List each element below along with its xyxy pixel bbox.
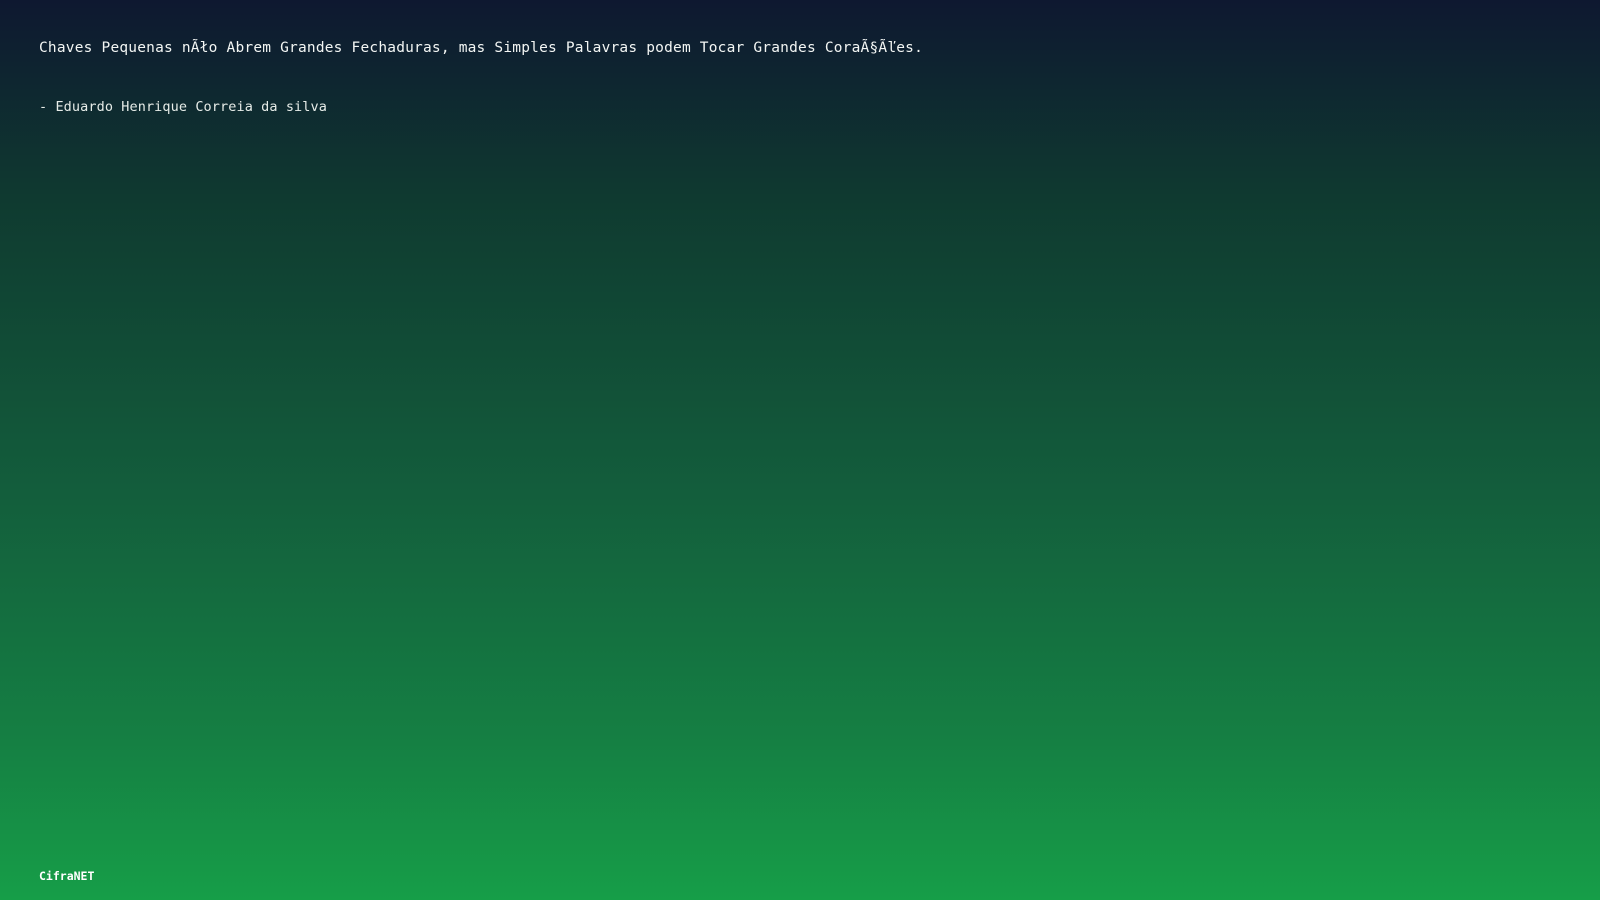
quote-author: - Eduardo Henrique Correia da silva [39, 99, 327, 115]
quote-screen: Chaves Pequenas nÃło Abrem Grandes Fecha… [0, 0, 1600, 900]
quote-text: Chaves Pequenas nÃło Abrem Grandes Fecha… [39, 40, 924, 56]
brand-logo-text: CifraNET [39, 869, 95, 883]
